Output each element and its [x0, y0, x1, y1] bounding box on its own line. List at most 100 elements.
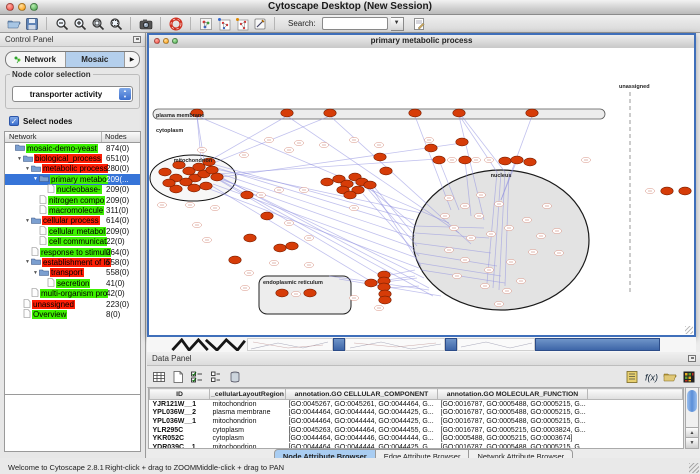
network-edge[interactable] [211, 168, 421, 213]
tab-mosaic[interactable]: Mosaic [66, 52, 126, 67]
table-row[interactable]: YPL036W__2plasma membrane[GO:0044464, GO… [150, 409, 683, 418]
background-window-titlebar[interactable] [535, 338, 660, 351]
network-node[interactable] [159, 168, 171, 176]
zoom-out-icon[interactable] [54, 16, 69, 31]
scrollbar-thumb[interactable] [687, 390, 697, 412]
network-node[interactable] [409, 109, 421, 117]
network-node[interactable] [200, 182, 212, 190]
unselect-attributes-icon[interactable] [208, 369, 223, 384]
attribute-table[interactable]: ID_cellularLayoutRegionannotation.GO CEL… [148, 387, 684, 449]
annotation-icon[interactable] [412, 16, 427, 31]
expand-arrow-icon[interactable]: ▼ [16, 156, 23, 162]
network-resize-grip[interactable] [685, 326, 693, 334]
tree-row-overview[interactable]: Overview8(0) [5, 309, 140, 319]
search-input[interactable] [322, 17, 388, 30]
network-node[interactable] [180, 178, 192, 186]
scroll-down-button[interactable]: ▼ [686, 437, 698, 448]
table-cell[interactable]: [GO:0044464, GO:0044446, GO:0044444, G..… [286, 434, 438, 443]
tree-row-transport[interactable]: ▼transport558(0) [5, 268, 140, 278]
background-window-fragment[interactable] [457, 338, 535, 351]
network-node[interactable] [679, 187, 691, 195]
tree-row-multi-organism-pro[interactable]: multi-organism pro42(0) [5, 288, 140, 298]
bird-eye-view[interactable] [4, 394, 141, 452]
table-cell[interactable]: mitochondrion [210, 417, 286, 426]
table-cell[interactable]: [GO:0044464, GO:0044444, GO:0044425, G..… [286, 417, 438, 426]
select-attributes-icon[interactable] [189, 369, 204, 384]
column-header[interactable]: ID [150, 389, 210, 400]
network-view-titlebar[interactable]: primary metabolic process [149, 35, 694, 49]
network-node[interactable] [241, 191, 253, 199]
network-node[interactable] [206, 166, 218, 174]
network-canvas[interactable]: plasma membrane cytoplasm mitochondrion … [149, 48, 694, 335]
layout-edges-icon[interactable] [234, 16, 249, 31]
background-window-titlebar[interactable] [333, 338, 345, 351]
table-cell[interactable]: [GO:0045267, GO:0045261, GO:0044464, G..… [286, 400, 438, 409]
zoom-selected-icon[interactable] [90, 16, 105, 31]
network-node[interactable] [524, 158, 536, 166]
select-nodes-checkbox[interactable]: ✓ [9, 116, 19, 126]
table-cell[interactable]: [GO:0045263, GO:0044464, GO:0044455, G..… [286, 426, 438, 435]
tree-row-secretion[interactable]: secretion41(0) [5, 278, 140, 288]
network-node[interactable] [661, 187, 673, 195]
network-node[interactable] [274, 244, 286, 252]
network-node[interactable] [374, 153, 386, 161]
network-node[interactable] [324, 109, 336, 117]
new-attribute-icon[interactable] [170, 369, 185, 384]
column-header[interactable]: _cellularLayoutRegion [210, 389, 286, 400]
expand-arrow-icon[interactable]: ▼ [24, 218, 31, 224]
tree-row-response-to-stimulu[interactable]: response to stimulu264(0) [5, 247, 140, 257]
table-cell[interactable]: [GO:0016787, GO:0005488, GO:0005215, G..… [438, 400, 588, 409]
network-node[interactable] [433, 156, 445, 164]
overview-icon[interactable] [198, 16, 213, 31]
table-cell[interactable]: cytoplasm [210, 426, 286, 435]
window-resize-grip[interactable] [689, 463, 699, 473]
network-node[interactable] [378, 283, 390, 291]
table-row[interactable]: YLR295Ccytoplasm[GO:0045263, GO:0044464,… [150, 426, 683, 435]
layout-nodes-icon[interactable] [216, 16, 231, 31]
attribute-list-icon[interactable] [624, 369, 639, 384]
network-node[interactable] [379, 296, 391, 304]
search-dropdown-button[interactable]: ▼ [391, 17, 404, 31]
table-cell[interactable]: YJR121W__1 [150, 400, 210, 409]
network-node[interactable] [229, 256, 241, 264]
attribute-matrix-icon[interactable] [681, 369, 696, 384]
import-attributes-icon[interactable] [662, 369, 677, 384]
column-header[interactable]: annotation.GO MOLECULAR_FUNCTION [438, 389, 588, 400]
expand-arrow-icon[interactable]: ▼ [24, 259, 31, 265]
zoom-in-icon[interactable] [72, 16, 87, 31]
network-node[interactable] [526, 109, 538, 117]
table-row[interactable]: YPL036W__1mitochondrion[GO:0044464, GO:0… [150, 417, 683, 426]
network-node[interactable] [380, 167, 392, 175]
snapshot-icon[interactable] [138, 16, 153, 31]
float-panel-icon[interactable] [133, 36, 141, 43]
table-scrollbar[interactable]: ▲ ▼ [685, 387, 699, 449]
network-edge[interactable] [363, 194, 419, 256]
network-node[interactable] [364, 181, 376, 189]
table-icon[interactable] [151, 369, 166, 384]
tabs-overflow-button[interactable]: ▶ [125, 52, 139, 67]
network-node[interactable] [276, 289, 288, 297]
tree-row-establishment-of-lo[interactable]: ▼establishment of lo558(0) [5, 257, 140, 267]
table-cell[interactable]: cytoplasm [210, 434, 286, 443]
table-cell[interactable]: [GO:0044464, GO:0044444, GO:0044425, G..… [286, 409, 438, 418]
network-node[interactable] [499, 157, 511, 165]
network-edge[interactable] [212, 186, 382, 288]
network-node[interactable] [425, 144, 437, 152]
tree-row-macromolecule[interactable]: macromolecule311(0) [5, 205, 140, 215]
network-node[interactable] [261, 212, 273, 220]
tree-header[interactable]: Network Nodes [5, 132, 140, 143]
network-node[interactable] [511, 156, 523, 164]
zoom-fit-icon[interactable] [108, 16, 123, 31]
tree-row-nucleobase-[interactable]: nucleobase-209(0) [5, 185, 140, 195]
network-edge[interactable] [197, 116, 449, 223]
tree-row-cell-communicat[interactable]: cell communicat22(0) [5, 237, 140, 247]
table-cell[interactable]: YLR295C [150, 426, 210, 435]
function-builder-icon[interactable]: f(x) [643, 369, 658, 384]
tree-row-primary-metabo[interactable]: ▼primary metabo209(... [5, 174, 140, 184]
table-cell[interactable]: plasma membrane [210, 409, 286, 418]
tree-row-cellular-process[interactable]: ▼cellular process614(0) [5, 216, 140, 226]
network-node[interactable] [365, 279, 377, 287]
network-node[interactable] [163, 179, 175, 187]
table-cell[interactable]: [GO:0016787, GO:0005215, GO:0003824, G..… [438, 426, 588, 435]
tree-row-mosaic-demo-yeast[interactable]: mosaic-demo-yeast874(0) [5, 143, 140, 153]
